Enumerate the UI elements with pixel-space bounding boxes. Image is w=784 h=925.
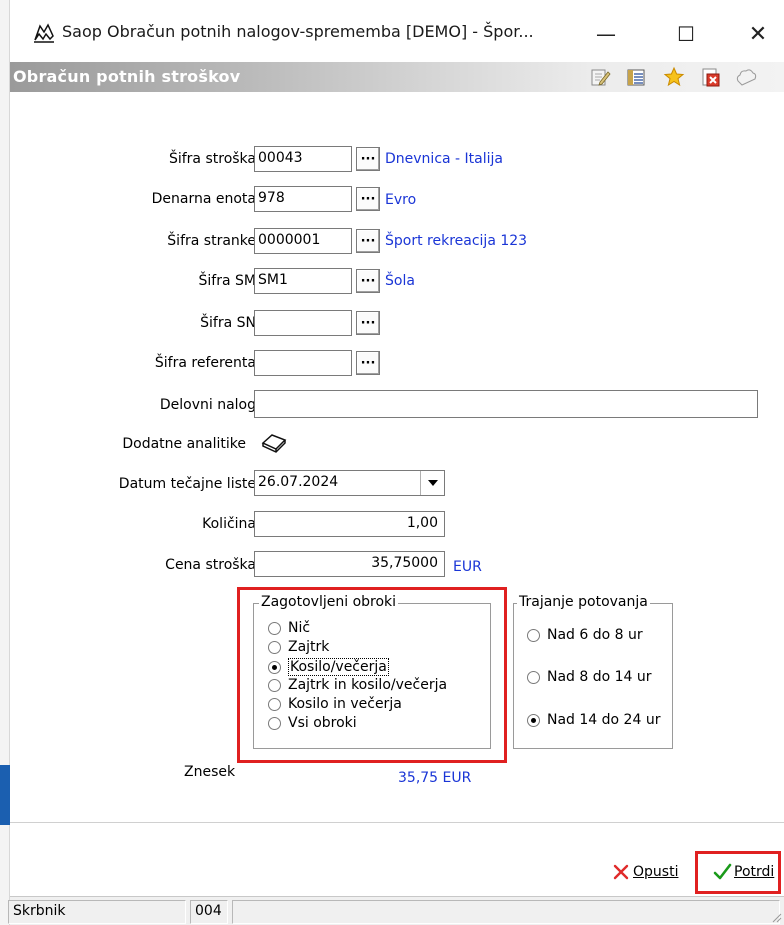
- duration-option-label: Nad 6 do 8 ur: [547, 627, 643, 643]
- cost-code-description: Dnevnica - Italija: [385, 151, 503, 167]
- resize-grip-icon[interactable]: [770, 911, 782, 923]
- client-code-field[interactable]: 0000001: [254, 228, 352, 254]
- client-description: Šport rekreacija 123: [385, 233, 528, 249]
- dialog-window: Saop Obračun potnih nalogov-sprememba [D…: [8, 0, 784, 925]
- work-order-label: Delovni nalog: [159, 397, 256, 413]
- status-message: [232, 900, 780, 924]
- radio-circle[interactable]: [527, 670, 540, 684]
- cost-center-lookup-button[interactable]: ···: [356, 269, 380, 293]
- duration-option-6-8[interactable]: Nad 6 do 8 ur: [527, 627, 643, 643]
- currency-description: Evro: [385, 192, 417, 208]
- additional-analytics-label: Dodatne analitike: [122, 436, 246, 452]
- client-code-lookup-button[interactable]: ···: [356, 229, 380, 253]
- clerk-code-field[interactable]: [254, 350, 352, 376]
- chevron-down-icon: [427, 480, 438, 486]
- edit-note-icon[interactable]: [588, 65, 612, 89]
- cancel-button-label: Opusti: [633, 864, 679, 880]
- clerk-code-label: Šifra referenta: [154, 355, 256, 371]
- cost-price-field[interactable]: 35,75000: [254, 551, 445, 577]
- currency-lookup-button[interactable]: ···: [356, 187, 380, 211]
- cost-code-lookup-button[interactable]: ···: [356, 147, 380, 171]
- exchange-date-value: 26.07.2024: [258, 474, 339, 490]
- duration-option-8-14[interactable]: Nad 8 do 14 ur: [527, 669, 652, 685]
- maximize-button[interactable]: ☐: [656, 14, 716, 54]
- cost-code-field[interactable]: 00043: [254, 146, 352, 172]
- duration-option-14-24[interactable]: Nad 14 do 24 ur: [527, 712, 660, 728]
- favorite-star-icon[interactable]: [662, 65, 686, 89]
- cost-code-label: Šifra stroška: [168, 151, 256, 167]
- close-form-icon[interactable]: [698, 65, 722, 89]
- cost-center-field[interactable]: SM1: [254, 268, 352, 294]
- duration-group-legend: Trajanje potovanja: [517, 594, 650, 610]
- amount-label: Znesek: [184, 764, 236, 780]
- quantity-field[interactable]: 1,00: [254, 511, 445, 537]
- cost-price-currency: EUR: [453, 559, 482, 575]
- cost-carrier-lookup-button[interactable]: ···: [356, 311, 380, 335]
- work-order-field[interactable]: [254, 390, 758, 418]
- duration-option-label: Nad 14 do 24 ur: [547, 712, 661, 728]
- currency-field[interactable]: 978: [254, 186, 352, 212]
- meals-highlight-box: [237, 587, 507, 763]
- radio-circle-selected[interactable]: [527, 713, 540, 727]
- status-user: Skrbnik: [8, 900, 186, 924]
- list-view-icon[interactable]: [624, 65, 648, 89]
- cost-carrier-field[interactable]: [254, 310, 352, 336]
- title-bar[interactable]: Saop Obračun potnih nalogov-sprememba [D…: [10, 0, 784, 66]
- form-header-bar: Obračun potnih stroškov: [10, 62, 784, 92]
- client-code-label: Šifra stranke: [167, 233, 256, 249]
- duration-group: Trajanje potovanja Nad 6 do 8 ur Nad 8 d…: [513, 594, 673, 749]
- window-title: Saop Obračun potnih nalogov-sprememba [D…: [62, 22, 534, 41]
- radio-circle[interactable]: [527, 628, 540, 642]
- amount-value: 35,75 EUR: [398, 770, 472, 786]
- background-app-strip: [0, 0, 10, 925]
- cancel-x-icon: [613, 864, 629, 880]
- confirm-highlight-box: [695, 851, 781, 894]
- clerk-code-lookup-button[interactable]: ···: [356, 351, 380, 375]
- analytics-book-icon[interactable]: [260, 431, 288, 455]
- cost-carrier-label: Šifra SN: [200, 315, 256, 331]
- currency-label: Denarna enota: [151, 191, 256, 207]
- form-title: Obračun potnih stroškov: [13, 67, 241, 86]
- exchange-date-label: Datum tečajne liste: [118, 476, 256, 492]
- status-bar: Skrbnik 004: [8, 896, 784, 925]
- close-button[interactable]: ✕: [728, 14, 784, 54]
- cost-center-description: Šola: [385, 273, 415, 289]
- cost-center-label: Šifra SM: [198, 273, 256, 289]
- background-app-accent: [0, 765, 10, 825]
- minimize-button[interactable]: —: [576, 14, 636, 54]
- duration-option-label: Nad 8 do 14 ur: [547, 669, 652, 685]
- cost-price-label: Cena stroška: [165, 557, 256, 573]
- cancel-button[interactable]: Opusti: [612, 863, 678, 881]
- saop-app-icon: [34, 23, 54, 43]
- help-cloud-icon[interactable]: [734, 65, 758, 89]
- status-code: 004: [190, 900, 228, 924]
- date-dropdown-button[interactable]: [420, 471, 444, 495]
- quantity-label: Količina: [202, 516, 256, 532]
- exchange-date-field[interactable]: 26.07.2024: [254, 470, 445, 496]
- footer-separator: [10, 822, 784, 823]
